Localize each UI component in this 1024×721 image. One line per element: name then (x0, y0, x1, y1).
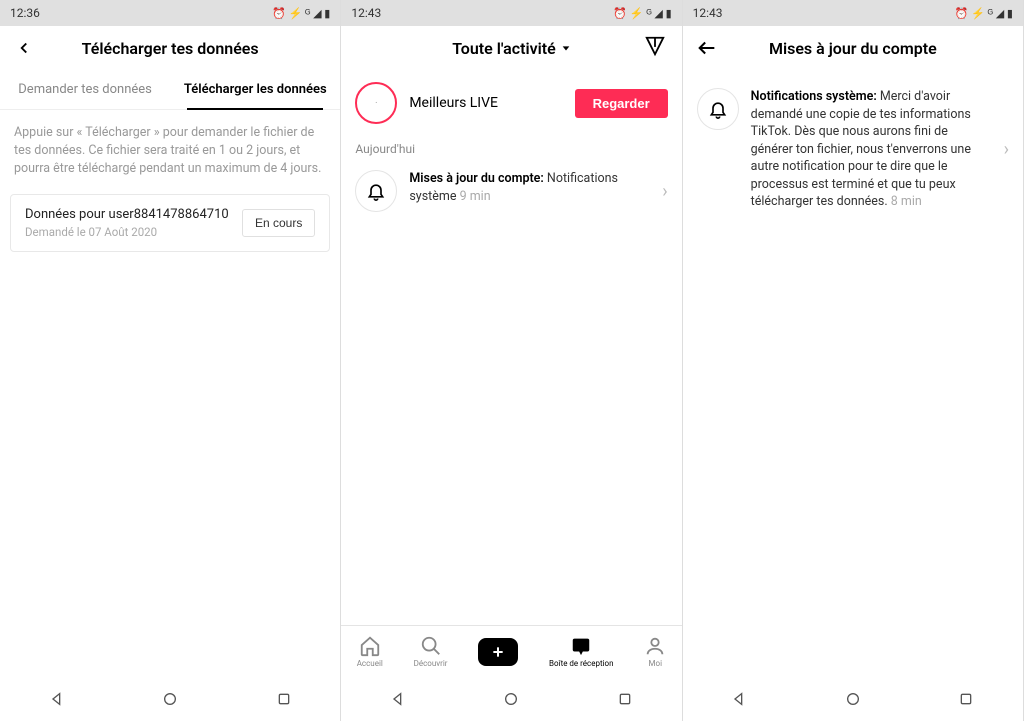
status-time: 12:36 (10, 6, 40, 20)
home-icon (359, 635, 381, 657)
data-request-card: Données pour user8841478864710 Demandé l… (10, 194, 330, 252)
section-today: Aujourd'hui (341, 136, 681, 160)
data-card-subtitle: Demandé le 07 Août 2020 (25, 225, 242, 239)
activity-dropdown-label: Toute l'activité (452, 39, 556, 58)
screen-activity: 12:43 ⏰ ⚡ ᴳ ◢ ▮ Toute l'activité · Meill… (341, 0, 682, 721)
notification-row[interactable]: Mises à jour du compte: Notifications sy… (341, 160, 681, 222)
status-icons: ⏰ ⚡ ᴳ ◢ ▮ (272, 7, 330, 20)
tab-me[interactable]: Moi (644, 635, 666, 668)
status-bar: 12:43 ⏰ ⚡ ᴳ ◢ ▮ (341, 0, 681, 26)
nav-recent-icon[interactable] (276, 691, 292, 707)
description-text: Appuie sur « Télécharger » pour demander… (0, 110, 340, 188)
tab-create[interactable] (478, 638, 518, 666)
tab-inbox[interactable]: Boîte de réception (549, 635, 613, 668)
nav-back-icon[interactable] (390, 691, 406, 707)
arrow-back-icon[interactable] (695, 36, 719, 60)
profile-icon (644, 635, 666, 657)
activity-dropdown[interactable]: Toute l'activité (341, 39, 681, 58)
tab-discover-label: Découvrir (414, 659, 448, 668)
nav-home-icon[interactable] (845, 691, 861, 707)
status-icons: ⏰ ⚡ ᴳ ◢ ▮ (613, 7, 671, 20)
nav-home-icon[interactable] (503, 691, 519, 707)
plus-icon (478, 638, 518, 666)
live-label: Meilleurs LIVE (409, 95, 562, 111)
nav-home-icon[interactable] (162, 691, 178, 707)
search-icon (420, 635, 442, 657)
header: Télécharger tes données (0, 26, 340, 70)
send-icon[interactable] (644, 35, 666, 61)
nav-back-icon[interactable] (49, 691, 65, 707)
bell-icon (355, 170, 397, 212)
status-icons: ⏰ ⚡ ᴳ ◢ ▮ (955, 7, 1013, 20)
status-time: 12:43 (693, 6, 723, 20)
status-bar: 12:43 ⏰ ⚡ ᴳ ◢ ▮ (683, 0, 1023, 26)
page-title: Télécharger tes données (0, 39, 340, 58)
notification-bold: Mises à jour du compte: (409, 171, 543, 186)
bottom-tabbar: Accueil Découvrir Boîte de réception Moi (341, 625, 681, 677)
nav-back-icon[interactable] (731, 691, 747, 707)
tab-home[interactable]: Accueil (357, 635, 383, 668)
notification-time: 9 min (456, 189, 490, 204)
screen-download-data: 12:36 ⏰ ⚡ ᴳ ◢ ▮ Télécharger tes données … (0, 0, 341, 721)
data-card-title: Données pour user8841478864710 (25, 207, 242, 222)
notification-row[interactable]: Notifications système: Merci d'avoir dem… (683, 70, 1023, 221)
tab-discover[interactable]: Découvrir (414, 635, 448, 668)
android-nav (0, 677, 340, 721)
back-icon[interactable] (12, 36, 36, 60)
tab-me-label: Moi (649, 659, 663, 668)
header: Toute l'activité (341, 26, 681, 70)
status-button[interactable]: En cours (242, 209, 315, 237)
page-title: Mises à jour du compte (683, 39, 1023, 58)
tab-download-data[interactable]: Télécharger les données (170, 70, 340, 109)
watch-button[interactable]: Regarder (575, 89, 668, 118)
nav-recent-icon[interactable] (617, 691, 633, 707)
notification-text: Notifications système: Merci d'avoir dem… (751, 88, 992, 211)
notification-bold: Notifications système: (751, 89, 877, 104)
chevron-right-icon: › (662, 181, 667, 202)
bell-icon (697, 88, 739, 130)
status-time: 12:43 (351, 6, 381, 20)
chevron-right-icon: › (1004, 139, 1009, 160)
nav-recent-icon[interactable] (958, 691, 974, 707)
tab-request-data[interactable]: Demander tes données (0, 70, 170, 109)
header: Mises à jour du compte (683, 26, 1023, 70)
live-row[interactable]: · Meilleurs LIVE Regarder (341, 70, 681, 136)
android-nav (683, 677, 1023, 721)
live-avatar-icon: · (355, 82, 397, 124)
notification-time: 8 min (888, 194, 922, 209)
tabs: Demander tes données Télécharger les don… (0, 70, 340, 110)
notification-body: Merci d'avoir demandé une copie de tes i… (751, 89, 971, 209)
chevron-down-icon (561, 43, 571, 53)
tab-home-label: Accueil (357, 659, 383, 668)
android-nav (341, 677, 681, 721)
tab-inbox-label: Boîte de réception (549, 659, 613, 668)
inbox-icon (570, 635, 592, 657)
screen-account-updates: 12:43 ⏰ ⚡ ᴳ ◢ ▮ Mises à jour du compte N… (683, 0, 1024, 721)
notification-text: Mises à jour du compte: Notifications sy… (409, 170, 650, 205)
status-bar: 12:36 ⏰ ⚡ ᴳ ◢ ▮ (0, 0, 340, 26)
